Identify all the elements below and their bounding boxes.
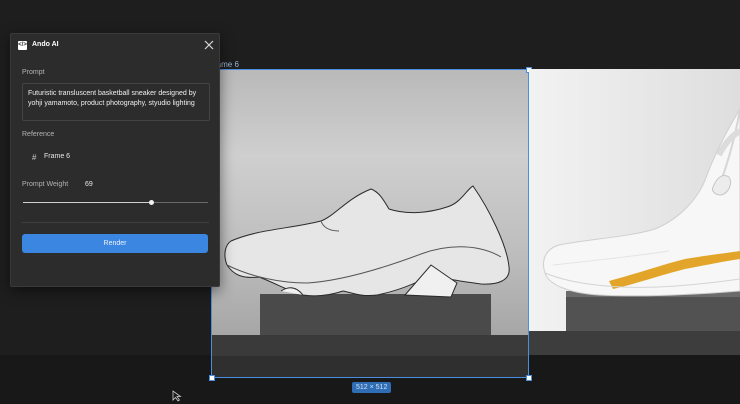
panel-header: </> Ando AI xyxy=(11,34,219,58)
close-icon[interactable] xyxy=(202,38,216,52)
plugin-title: Ando AI xyxy=(32,41,59,48)
code-brackets-icon: </> xyxy=(18,41,27,50)
ando-ai-plugin-panel: </> Ando AI Prompt Futuristic translusce… xyxy=(10,33,220,287)
panel-divider xyxy=(22,222,209,223)
frame-hash-icon: # xyxy=(32,153,37,162)
mouse-cursor-icon xyxy=(172,390,182,402)
sneaker-photo-drawing xyxy=(543,108,740,297)
prompt-weight-value: 69 xyxy=(85,181,93,188)
frame-size-badge: 512 × 512 xyxy=(352,382,392,393)
reference-label: Reference xyxy=(22,131,55,138)
slider-fill xyxy=(23,202,151,203)
resize-handle-bottom-left[interactable] xyxy=(209,375,215,381)
prompt-label: Prompt xyxy=(22,69,45,76)
prompt-weight-label: Prompt Weight xyxy=(22,181,69,188)
generated-sneaker-image[interactable] xyxy=(529,69,740,355)
reference-frame-name[interactable]: Frame 6 xyxy=(44,153,70,160)
prompt-weight-slider[interactable] xyxy=(23,200,208,205)
resize-handle-bottom-right[interactable] xyxy=(526,375,532,381)
prompt-textarea[interactable]: Futuristic transluscent basketball sneak… xyxy=(22,83,210,121)
prompt-text[interactable]: Futuristic transluscent basketball sneak… xyxy=(28,89,206,109)
render-button[interactable]: Render xyxy=(22,234,208,253)
sneaker-sketch-drawing xyxy=(224,185,510,298)
selected-frame-sketch[interactable] xyxy=(211,69,529,378)
slider-thumb[interactable] xyxy=(149,200,154,205)
